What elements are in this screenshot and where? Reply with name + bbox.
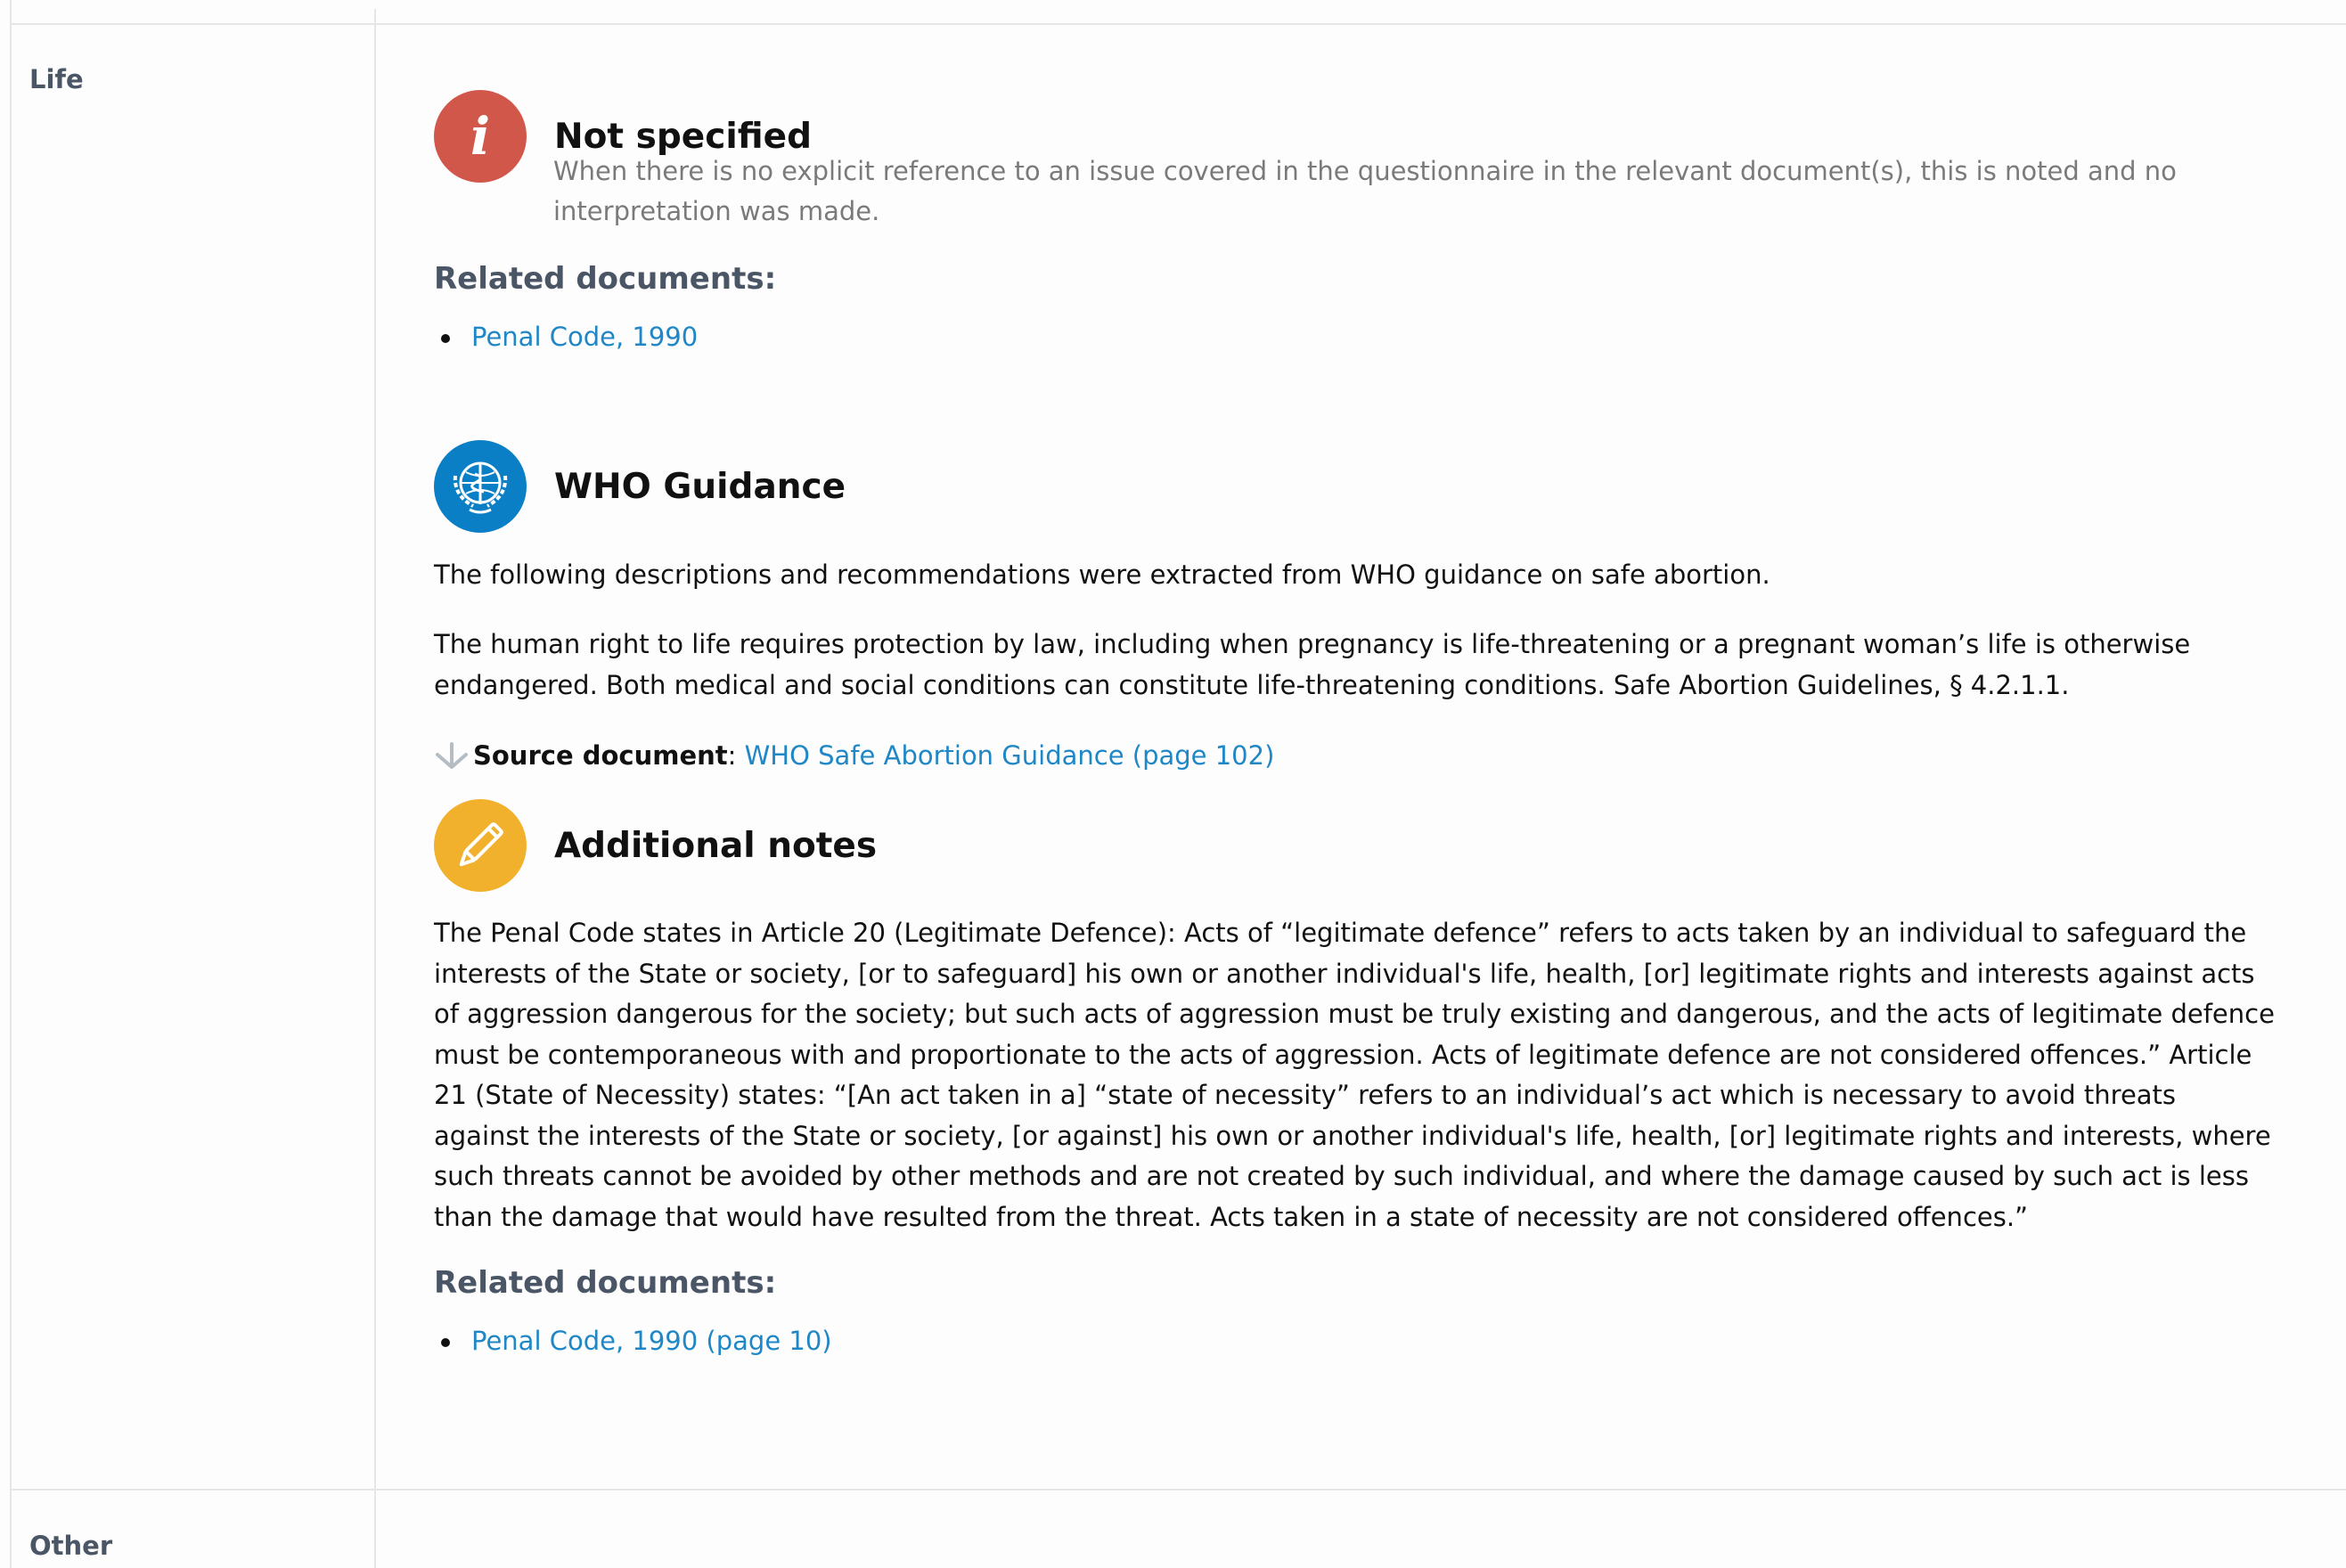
additional-notes-header: Additional notes [434, 799, 877, 892]
list-item: Penal Code, 1990 (page 10) [434, 1323, 832, 1359]
related-documents-list: Penal Code, 1990 (page 10) [434, 1323, 832, 1359]
source-separator: : [727, 740, 737, 771]
additional-notes-title: Additional notes [554, 825, 878, 866]
row-label-other: Other [29, 1531, 113, 1561]
info-icon: i [434, 90, 527, 183]
who-guidance-intro: The following descriptions and recommend… [434, 559, 1770, 590]
arrow-down-icon [432, 738, 473, 773]
list-item: Penal Code, 1990 [434, 319, 698, 355]
who-guidance-header: WHO Guidance [434, 440, 846, 533]
not-specified-description: When there is no explicit reference to a… [553, 156, 2177, 226]
not-specified-title: Not specified [554, 116, 812, 157]
additional-notes-body: The Penal Code states in Article 20 (Leg… [434, 918, 2275, 1232]
who-guidance-body: The human right to life requires protect… [434, 629, 2191, 700]
country-profile-table: Life i Not specified When there is no ex… [0, 0, 2346, 1568]
related-documents-heading: Related documents: [434, 1265, 777, 1301]
related-documents-list: Penal Code, 1990 [434, 319, 698, 355]
document-link[interactable]: Penal Code, 1990 (page 10) [471, 1326, 832, 1356]
source-document: Source document: WHO Safe Abortion Guida… [432, 738, 1274, 773]
row-divider-top [12, 23, 2346, 25]
source-document-label: Source document [473, 740, 728, 771]
who-emblem-icon [434, 440, 527, 533]
column-divider [374, 9, 376, 1568]
document-link[interactable]: Penal Code, 1990 [471, 322, 698, 352]
svg-text:i: i [470, 106, 490, 167]
row-label-life: Life [29, 64, 84, 94]
table-left-border [10, 0, 12, 1568]
pencil-icon [434, 799, 527, 892]
who-guidance-title: WHO Guidance [554, 466, 846, 507]
source-document-link[interactable]: WHO Safe Abortion Guidance (page 102) [745, 738, 1275, 773]
row-divider-bottom [12, 1489, 2346, 1490]
related-documents-heading: Related documents: [434, 261, 777, 297]
